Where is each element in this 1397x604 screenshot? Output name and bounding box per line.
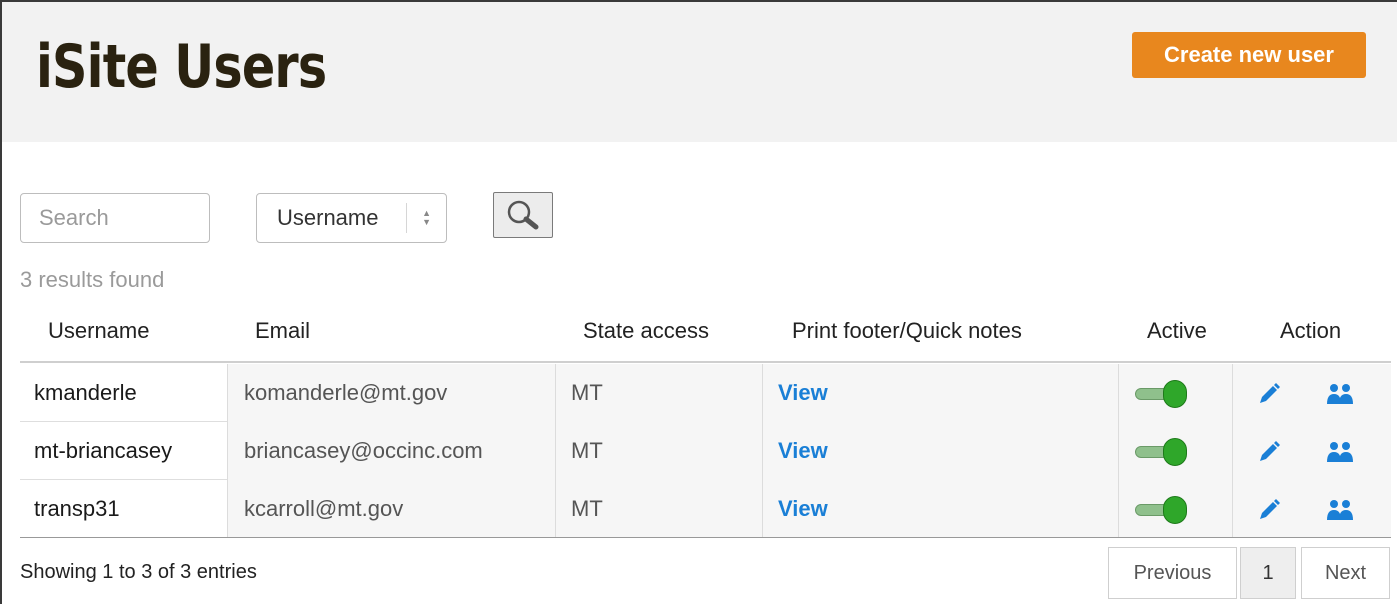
cell-divider: [1232, 422, 1233, 480]
active-toggle[interactable]: [1135, 380, 1189, 408]
entries-info: Showing 1 to 3 of 3 entries: [20, 561, 257, 583]
column-header-email[interactable]: Email: [255, 318, 310, 344]
username-cell: kmanderle: [34, 380, 137, 405]
username-cell: mt-briancasey: [34, 438, 173, 463]
cell-divider: [555, 422, 556, 480]
view-notes-link[interactable]: View: [778, 480, 828, 538]
state-access-cell: MT: [571, 380, 603, 405]
view-notes-link[interactable]: View: [778, 364, 828, 422]
view-notes-link[interactable]: View: [778, 422, 828, 480]
search-field-select[interactable]: Username ▲ ▼: [256, 193, 447, 243]
pagination-previous-button[interactable]: Previous: [1108, 547, 1237, 599]
table-row: kmanderle komanderle@mt.gov MT View: [20, 364, 1391, 422]
search-input[interactable]: [20, 193, 210, 243]
cell-divider: [227, 364, 228, 422]
cell-divider: [555, 480, 556, 538]
cell-divider: [762, 480, 763, 538]
results-count: 3 results found: [20, 267, 165, 292]
cell-divider: [1118, 480, 1119, 538]
users-icon[interactable]: [1326, 498, 1354, 522]
column-header-username[interactable]: Username: [48, 318, 149, 344]
table-row: mt-briancasey briancasey@occinc.com MT V…: [20, 422, 1391, 480]
email-cell: briancasey@occinc.com: [244, 438, 483, 463]
search-button[interactable]: [493, 192, 553, 238]
column-header-action: Action: [1280, 318, 1342, 343]
search-icon: [507, 200, 539, 230]
username-cell: transp31: [34, 496, 120, 521]
cell-divider: [1118, 364, 1119, 422]
page-title: iSite Users: [36, 32, 327, 102]
state-access-cell: MT: [571, 496, 603, 521]
create-new-user-button[interactable]: Create new user: [1132, 32, 1366, 78]
state-access-cell: MT: [571, 438, 603, 463]
cell-divider: [555, 364, 556, 422]
search-field-select-value: Username: [277, 205, 379, 230]
cell-divider: [762, 364, 763, 422]
pagination-page-1[interactable]: 1: [1240, 547, 1296, 599]
column-header-print-footer[interactable]: Print footer/Quick notes: [792, 318, 1022, 344]
page-header: iSite Users Create new user: [2, 2, 1397, 142]
cell-divider: [762, 422, 763, 480]
column-header-active[interactable]: Active: [1147, 318, 1207, 344]
table-bottom-border: [20, 537, 1391, 538]
pencil-icon[interactable]: [1257, 440, 1281, 464]
table-row: transp31 kcarroll@mt.gov MT View: [20, 480, 1391, 538]
cell-divider: [227, 480, 228, 538]
cell-divider: [227, 422, 228, 480]
table-header-divider: [20, 361, 1391, 363]
cell-divider: [1232, 364, 1233, 422]
email-cell: kcarroll@mt.gov: [244, 496, 404, 521]
pencil-icon[interactable]: [1257, 382, 1281, 406]
select-arrows-icon: ▲ ▼: [406, 203, 446, 233]
pencil-icon[interactable]: [1257, 498, 1281, 522]
email-cell: komanderle@mt.gov: [244, 380, 448, 405]
users-icon[interactable]: [1326, 440, 1354, 464]
active-toggle[interactable]: [1135, 438, 1189, 466]
pagination-next-button[interactable]: Next: [1301, 547, 1390, 599]
cell-divider: [1232, 480, 1233, 538]
column-header-state-access[interactable]: State access: [583, 318, 709, 344]
users-icon[interactable]: [1326, 382, 1354, 406]
active-toggle[interactable]: [1135, 496, 1189, 524]
cell-divider: [1118, 422, 1119, 480]
